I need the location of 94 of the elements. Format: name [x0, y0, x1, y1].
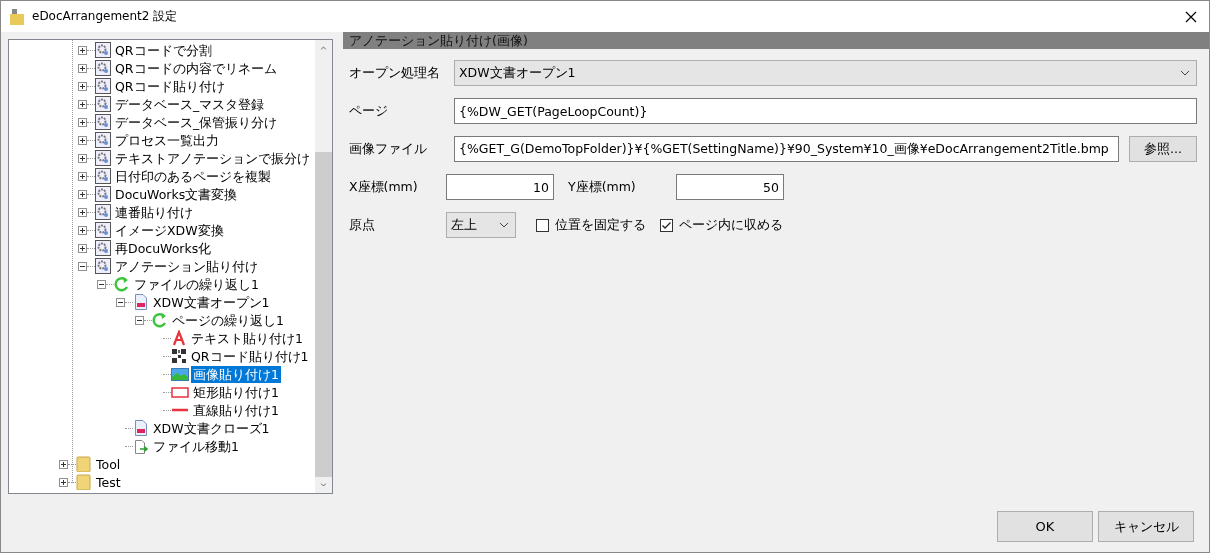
- folder-icon: [76, 456, 92, 472]
- tree-item[interactable]: Test: [94, 473, 123, 491]
- expand-icon[interactable]: [78, 81, 87, 91]
- gear-icon: [95, 186, 111, 202]
- expand-icon[interactable]: [78, 99, 87, 109]
- tree-item[interactable]: DocuWorks文書変換: [113, 185, 240, 203]
- collapse-icon[interactable]: [135, 315, 144, 325]
- field-label: X座標(mm): [349, 178, 419, 196]
- scrollbar[interactable]: [315, 40, 332, 493]
- expand-icon[interactable]: [78, 225, 87, 235]
- tree-item[interactable]: 日付印のあるページを複製: [113, 167, 273, 185]
- field-label: ページ: [349, 102, 389, 120]
- chevron-icon: [499, 222, 509, 228]
- loop-icon: [114, 276, 130, 292]
- collapse-icon[interactable]: [116, 297, 125, 307]
- expand-icon[interactable]: [78, 153, 87, 163]
- tree-item[interactable]: 画像貼り付け1: [191, 365, 281, 383]
- number-field[interactable]: 10: [446, 174, 554, 200]
- gear-icon: [95, 222, 111, 238]
- document-icon: [133, 294, 149, 310]
- expand-icon[interactable]: [78, 135, 87, 145]
- cancel-button[interactable]: キャンセル: [1098, 511, 1194, 542]
- tree-item[interactable]: 再DocuWorks化: [113, 239, 214, 257]
- expand-icon[interactable]: [59, 477, 68, 487]
- field-label: オープン処理名: [349, 64, 441, 82]
- section-header: アノテーション貼り付け(画像): [343, 32, 1209, 49]
- gear-icon: [95, 258, 111, 274]
- expand-icon[interactable]: [78, 171, 87, 181]
- close-icon[interactable]: [1185, 10, 1197, 23]
- tree-item[interactable]: 連番貼り付け: [113, 203, 195, 221]
- tree-item[interactable]: QRコード貼り付け: [113, 77, 227, 95]
- chevron-icon: [1180, 70, 1190, 76]
- tree-item[interactable]: プロセス一覧出力: [113, 131, 221, 149]
- expand-icon[interactable]: [78, 117, 87, 127]
- scroll-thumb[interactable]: [315, 152, 332, 477]
- tree-item[interactable]: データベース_マスタ登録: [113, 95, 267, 113]
- number-field[interactable]: 50: [676, 174, 784, 200]
- field-label: 原点: [349, 216, 376, 234]
- gear-icon: [95, 204, 111, 220]
- qr-code-icon: [171, 348, 187, 364]
- gear-icon: [95, 42, 111, 58]
- tree-item[interactable]: 直線貼り付け1: [191, 401, 281, 419]
- expand-icon[interactable]: [78, 243, 87, 253]
- folder-icon: [76, 474, 92, 490]
- checkbox[interactable]: [660, 218, 673, 232]
- checkbox[interactable]: [536, 218, 549, 232]
- tree-item[interactable]: QRコード貼り付け1: [189, 347, 311, 365]
- tree-item[interactable]: ファイル移動1: [151, 437, 241, 455]
- tree-item[interactable]: テキストアノテーションで振分け: [113, 149, 312, 167]
- checkbox-label: ページ内に収める: [679, 216, 783, 234]
- loop-icon: [152, 312, 168, 328]
- gear-icon: [95, 168, 111, 184]
- tree-item[interactable]: QRコードで分割: [113, 41, 214, 59]
- tree-item[interactable]: ページの繰り返し1: [170, 311, 286, 329]
- gear-icon: [95, 78, 111, 94]
- gear-icon: [95, 132, 111, 148]
- image-icon: [171, 366, 189, 382]
- expand-icon[interactable]: [59, 459, 68, 469]
- tree-item[interactable]: アノテーション貼り付け: [113, 257, 260, 275]
- tree-item[interactable]: 矩形貼り付け1: [191, 383, 281, 401]
- tree-item[interactable]: XDW文書クローズ1: [151, 419, 272, 437]
- expand-icon[interactable]: [78, 63, 87, 73]
- input-field[interactable]: {%GET_G(DemoTopFolder)}¥{%GET(SettingName)}¥90_System¥10_画像¥eDocArrangement2Title.bmp: [454, 136, 1119, 162]
- window-title: eDocArrangement2 設定: [32, 8, 179, 25]
- expand-icon[interactable]: [78, 45, 87, 55]
- gear-icon: [95, 96, 111, 112]
- expand-icon[interactable]: [78, 207, 87, 217]
- gear-icon: [95, 60, 111, 76]
- file-move-icon: [133, 438, 149, 454]
- tree-item[interactable]: ファイルの繰り返し1: [132, 275, 261, 293]
- collapse-icon[interactable]: [78, 261, 87, 271]
- gear-icon: [95, 240, 111, 256]
- gear-icon: [95, 150, 111, 166]
- browse-button[interactable]: 参照...: [1129, 136, 1197, 162]
- rectangle-icon: [171, 384, 189, 400]
- tree-item[interactable]: QRコードの内容でリネーム: [113, 59, 279, 77]
- tree-item[interactable]: イメージXDW変換: [113, 221, 226, 239]
- tree-item[interactable]: テキスト貼り付け1: [189, 329, 305, 347]
- field-label: Y座標(mm): [568, 178, 637, 196]
- checkbox-label: 位置を固定する: [555, 216, 646, 234]
- tree-item[interactable]: XDW文書オープン1: [151, 293, 272, 311]
- collapse-icon[interactable]: [97, 279, 106, 289]
- document-icon: [133, 420, 149, 436]
- text-annotation-icon: [171, 330, 187, 346]
- input-field[interactable]: {%DW_GET(PageLoopCount)}: [454, 98, 1197, 124]
- gear-icon: [95, 114, 111, 130]
- dropdown[interactable]: XDW文書オープン1: [454, 60, 1197, 86]
- tree-item[interactable]: データベース_保管振り分け: [113, 113, 280, 131]
- field-label: 画像ファイル: [349, 140, 428, 158]
- folder-icon: [10, 8, 24, 25]
- ok-button[interactable]: OK: [997, 511, 1093, 542]
- tree-item[interactable]: Tool: [94, 455, 123, 473]
- expand-icon[interactable]: [78, 189, 87, 199]
- dropdown[interactable]: 左上: [446, 212, 516, 238]
